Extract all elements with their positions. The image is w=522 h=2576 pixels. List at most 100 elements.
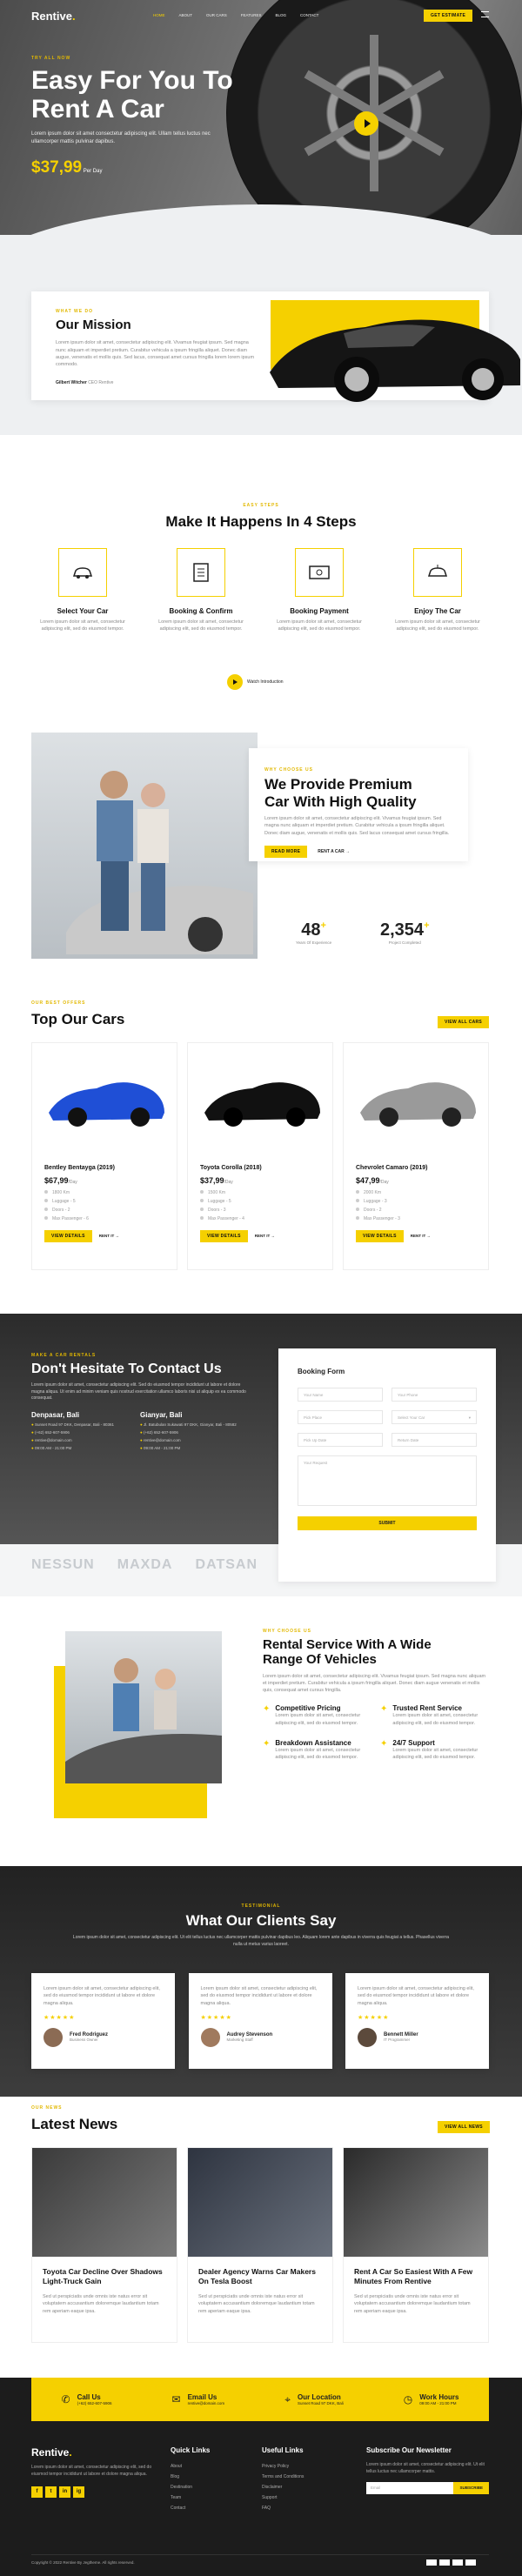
photo-illustration	[65, 1658, 222, 1783]
footer-link-destination[interactable]: Destination	[171, 2482, 262, 2492]
spec-text: Doors - 2	[52, 1208, 70, 1213]
get-estimate-button[interactable]: Get Estimate	[424, 10, 473, 22]
stat-suffix: +	[320, 920, 326, 931]
news-card[interactable]: Rent A Car So Easiest With A Few Minutes…	[343, 2147, 489, 2343]
spec-icon	[356, 1208, 359, 1211]
view-details-button[interactable]: View Details	[44, 1230, 92, 1242]
couple-car-image	[31, 733, 258, 959]
view-details-button[interactable]: View Details	[356, 1230, 404, 1242]
menu-icon[interactable]	[481, 11, 489, 17]
steps-header: Easy Steps Make It Happens In 4 Steps	[0, 503, 522, 531]
view-details-button[interactable]: View Details	[200, 1230, 248, 1242]
rent-a-car-link[interactable]: Rent A Car →	[318, 849, 350, 854]
subscribe-button[interactable]: Subscribe	[453, 2482, 489, 2494]
rent-it-label: Rent It	[98, 1234, 115, 1238]
rent-it-label: Rent It	[254, 1234, 271, 1238]
brand-logo-datsan: DATSAN	[195, 1557, 258, 1572]
rent-it-link[interactable]: Rent It →	[99, 1234, 119, 1238]
car-image	[360, 1082, 476, 1127]
select-car-field[interactable]: Select Your Car ▾	[392, 1410, 477, 1424]
twitter-icon[interactable]: t	[45, 2486, 57, 2498]
spec-text: Max Passenger - 4	[208, 1216, 244, 1221]
watch-intro[interactable]: Watch Introduction	[227, 674, 284, 690]
step-text: Lorem ipsum dolor sit amet, consectetur …	[395, 619, 480, 632]
request-textarea[interactable]: Your Request	[298, 1455, 477, 1506]
news-card-title[interactable]: Rent A Car So Easiest With A Few Minutes…	[354, 2267, 478, 2286]
news-eyebrow: Our News	[31, 2105, 63, 2111]
footer-link-terms[interactable]: Terms and Conditions	[262, 2472, 366, 2482]
step-title: Enjoy The Car	[414, 607, 461, 615]
contact-bar-item: ✉ Email Us rentive@domain.com	[172, 2393, 225, 2405]
step-text: Lorem ipsum dolor sit amet, consectetur …	[40, 619, 125, 632]
rent-a-car-label: Rent A Car	[318, 848, 345, 854]
step-title: Booking Payment	[290, 607, 349, 615]
car-spec: Max Passenger - 6	[44, 1214, 166, 1223]
news-card-title[interactable]: Toyota Car Decline Over Shadows Light-Tr…	[43, 2267, 166, 2286]
phone-icon: ●	[140, 1429, 143, 1435]
read-more-button[interactable]: Read More	[264, 845, 308, 858]
footer-link-support[interactable]: Support	[262, 2492, 366, 2503]
rent-it-link[interactable]: Rent It →	[255, 1234, 275, 1238]
return-date-field[interactable]: Return Date	[392, 1433, 477, 1447]
footer-link-faq[interactable]: FAQ	[262, 2503, 366, 2513]
spec-text: Doors - 2	[364, 1208, 382, 1213]
footer-logo[interactable]: Rentive.	[31, 2446, 171, 2459]
footer-link-blog[interactable]: Blog	[171, 2472, 262, 2482]
submit-button[interactable]: Submit	[298, 1516, 477, 1530]
pickup-date-field[interactable]: Pick Up Date	[298, 1433, 383, 1447]
contact-bar: ✆ Call Us (+62) 652-607-5906 ✉ Email Us rent…	[31, 2378, 489, 2421]
service-title-line2: Range Of Vehicles	[263, 1652, 377, 1668]
nav-links: Home About Our Cars Features Blog Contac…	[153, 13, 332, 17]
spec-icon	[44, 1216, 48, 1220]
photo-illustration	[66, 771, 253, 954]
testimonials-list: Lorem ipsum dolor sit amet, consectetur …	[31, 1973, 489, 2069]
testimonial-card: Lorem ipsum dolor sit amet, consectetur …	[345, 1973, 489, 2069]
hero-play-button[interactable]	[354, 111, 378, 136]
hero-title-line1: Easy For You To	[31, 66, 233, 95]
service-content: Why Choose Us Rental Service With A Wide…	[263, 1629, 489, 1761]
feature-title: Breakdown Assistance	[275, 1738, 351, 1747]
paypal-icon	[452, 2559, 463, 2566]
feature-title: 24/7 Support	[392, 1738, 435, 1747]
office-phone-text: (+62) 652-607-5906	[34, 1429, 70, 1435]
contact-bar-title: Our Location	[297, 2393, 341, 2401]
linkedin-icon[interactable]: in	[59, 2486, 70, 2498]
contact-content: Make A Car Rentals Don't Hesitate To Con…	[31, 1353, 249, 1452]
rent-it-link[interactable]: Rent It →	[411, 1234, 431, 1238]
pick-place-field[interactable]: Pick Place	[298, 1410, 383, 1424]
spec-icon	[44, 1190, 48, 1194]
facebook-icon[interactable]: f	[31, 2486, 43, 2498]
testimonial-card: Lorem ipsum dolor sit amet, consectetur …	[31, 1973, 175, 2069]
news-card[interactable]: Toyota Car Decline Over Shadows Light-Tr…	[31, 2147, 177, 2343]
nav-blog[interactable]: Blog	[275, 13, 286, 17]
phone-field[interactable]: Your Phone	[392, 1388, 477, 1402]
nav-home[interactable]: Home	[153, 13, 165, 17]
footer-link-disclaimer[interactable]: Disclaimer	[262, 2482, 366, 2492]
view-all-news-button[interactable]: View All News	[438, 2121, 490, 2133]
step-item: Booking & Confirm Lorem ipsum dolor sit …	[150, 548, 252, 633]
nav-contact[interactable]: Contact	[300, 13, 318, 17]
footer-link-about[interactable]: About	[171, 2461, 262, 2472]
testimonial-role: Marketing Staff	[226, 2037, 253, 2043]
nav-our-cars[interactable]: Our Cars	[206, 13, 227, 17]
phone-icon: ✆	[61, 2393, 70, 2405]
footer-link-privacy[interactable]: Privacy Policy	[262, 2461, 366, 2472]
view-all-cars-button[interactable]: View All Cars	[438, 1016, 490, 1028]
step-text: Lorem ipsum dolor sit amet, consectetur …	[277, 619, 362, 632]
news-card[interactable]: Dealer Agency Warns Car Makers On Tesla …	[187, 2147, 333, 2343]
spec-icon	[200, 1199, 204, 1202]
brand-logo[interactable]: Rentive.	[31, 10, 76, 23]
spec-text: Max Passenger - 6	[52, 1216, 89, 1221]
footer-link-team[interactable]: Team	[171, 2492, 262, 2503]
news-card-title[interactable]: Dealer Agency Warns Car Makers On Tesla …	[198, 2267, 322, 2286]
contact-bar-value: rentive@domain.com	[187, 2401, 225, 2405]
stat-label: Project Completed	[388, 940, 421, 945]
car-specs: 1800 Km Luggage - 5 Doors - 2 Max Passen…	[44, 1188, 166, 1223]
nav-features[interactable]: Features	[241, 13, 262, 17]
footer-link-contact[interactable]: Contact	[171, 2503, 262, 2513]
nav-about[interactable]: About	[179, 13, 193, 17]
name-field[interactable]: Your Name	[298, 1388, 383, 1402]
footer-newsletter-text: Lorem ipsum dolor sit amet, consectetur …	[366, 2462, 485, 2474]
newsletter-email-input[interactable]: Email	[366, 2482, 454, 2494]
instagram-icon[interactable]: ig	[73, 2486, 84, 2498]
